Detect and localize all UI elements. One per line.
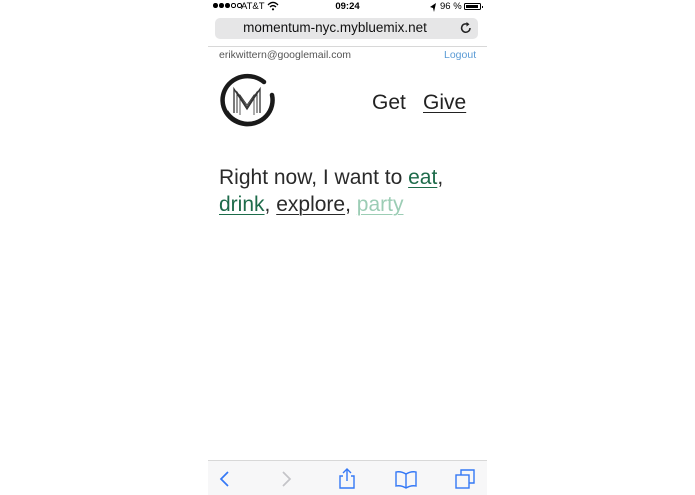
forward-icon[interactable]	[274, 468, 296, 490]
option-party-link[interactable]: party	[357, 193, 404, 216]
battery-percentage: 96 %	[440, 1, 462, 12]
tabs-icon[interactable]	[454, 468, 476, 490]
url-text[interactable]: momentum-nyc.mybluemix.net	[215, 20, 455, 35]
reload-icon[interactable]	[459, 20, 473, 36]
nav-give-link[interactable]: Give	[423, 91, 466, 115]
intent-headline: Right now, I want to eat, drink, explore…	[219, 164, 479, 218]
address-bar[interactable]: momentum-nyc.mybluemix.net	[215, 18, 478, 39]
browser-toolbar	[208, 460, 487, 495]
separator-comma: ,	[437, 166, 444, 189]
phone-screen: AT&T 09:24 96 % momentum-nyc.mybluemix.n…	[208, 0, 487, 495]
status-bar: AT&T 09:24 96 %	[208, 0, 487, 14]
back-icon[interactable]	[215, 468, 237, 490]
option-drink-link[interactable]: drink	[219, 193, 265, 216]
separator-comma: ,	[264, 193, 271, 216]
battery-icon	[464, 3, 483, 10]
nav-get-link[interactable]: Get	[372, 91, 406, 115]
logout-link[interactable]: Logout	[444, 49, 476, 61]
location-arrow-icon	[430, 3, 436, 12]
user-email: erikwittern@googlemail.com	[219, 49, 352, 61]
toolbar-divider	[208, 46, 487, 47]
headline-prefix: Right now, I want to	[219, 166, 403, 189]
option-eat-link[interactable]: eat	[408, 166, 437, 189]
separator-comma: ,	[345, 193, 351, 216]
share-icon[interactable]	[336, 468, 358, 490]
momentum-logo	[220, 73, 275, 127]
option-explore-link[interactable]: explore	[276, 193, 345, 216]
bookmarks-icon[interactable]	[395, 468, 417, 490]
